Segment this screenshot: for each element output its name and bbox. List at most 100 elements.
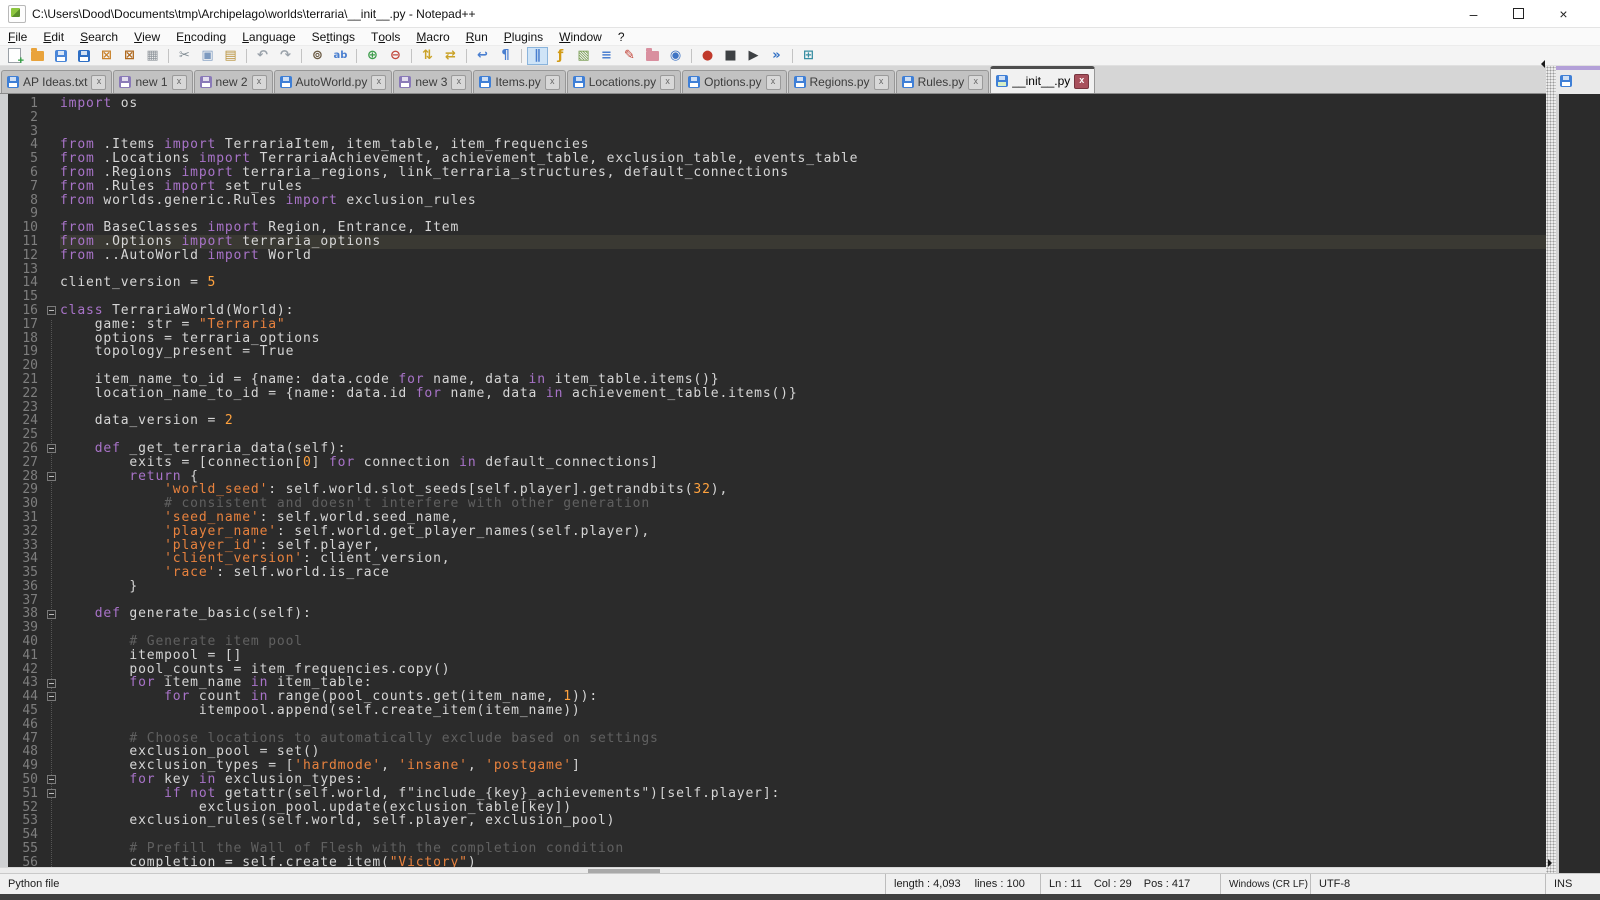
- code-line[interactable]: [60, 428, 1583, 442]
- code-line[interactable]: return {: [60, 470, 1583, 484]
- tab-close-icon[interactable]: x: [451, 75, 466, 90]
- undo-button[interactable]: ↶: [252, 47, 273, 65]
- code-line[interactable]: def _get_terraria_data(self):: [60, 442, 1583, 456]
- code-line[interactable]: [60, 828, 1583, 842]
- code-line[interactable]: # Choose locations to automatically excl…: [60, 732, 1583, 746]
- function-list-button[interactable]: ƒ: [550, 47, 571, 65]
- code-line[interactable]: [60, 111, 1583, 125]
- eol-format-label[interactable]: Windows (CR LF): [1220, 874, 1310, 894]
- document-map-button[interactable]: ▧: [573, 47, 594, 65]
- menu-macro[interactable]: Macro: [408, 28, 457, 45]
- code-line[interactable]: [60, 718, 1583, 732]
- menu-plugins[interactable]: Plugins: [496, 28, 551, 45]
- tab-init-py[interactable]: __init__.pyx: [990, 66, 1095, 93]
- fold-marker[interactable]: [47, 692, 56, 701]
- code-line-current[interactable]: from .Options import terraria_options: [60, 235, 1583, 249]
- window-grid-button[interactable]: ⊞: [798, 47, 819, 65]
- tab-autoworld-py[interactable]: AutoWorld.pyx: [274, 70, 393, 93]
- code-line[interactable]: data_version = 2: [60, 414, 1583, 428]
- code-line[interactable]: from ..AutoWorld import World: [60, 249, 1583, 263]
- code-line[interactable]: 'world_seed': self.world.slot_seeds[self…: [60, 483, 1583, 497]
- code-line[interactable]: options = terraria_options: [60, 332, 1583, 346]
- code-line[interactable]: 'seed_name': self.world.seed_name,: [60, 511, 1583, 525]
- code-line[interactable]: exits = [connection[0] for connection in…: [60, 456, 1583, 470]
- code-line[interactable]: itempool = []: [60, 649, 1583, 663]
- code-line[interactable]: for key in exclusion_types:: [60, 773, 1583, 787]
- menu-window[interactable]: Window: [551, 28, 610, 45]
- tab-new-1[interactable]: new 1x: [113, 70, 192, 93]
- code-line[interactable]: exclusion_pool = set(): [60, 745, 1583, 759]
- fold-marker[interactable]: [47, 775, 56, 784]
- tab-rules-py[interactable]: Rules.pyx: [896, 70, 990, 93]
- menu-settings[interactable]: Settings: [304, 28, 363, 45]
- replace-button[interactable]: ab: [330, 47, 351, 65]
- close-button[interactable]: ⊠: [96, 47, 117, 65]
- fold-marker[interactable]: [47, 679, 56, 688]
- tab-new-3[interactable]: new 3x: [393, 70, 472, 93]
- code-line[interactable]: [60, 125, 1583, 139]
- tab-close-icon[interactable]: x: [874, 75, 889, 90]
- tab-close-icon[interactable]: x: [545, 75, 560, 90]
- code-line[interactable]: }: [60, 580, 1583, 594]
- code-line[interactable]: [60, 290, 1583, 304]
- menu-edit[interactable]: Edit: [35, 28, 72, 45]
- fold-marker[interactable]: [47, 306, 56, 315]
- code-line[interactable]: exclusion_pool.update(exclusion_table[ke…: [60, 801, 1583, 815]
- code-line[interactable]: for item_name in item_table:: [60, 676, 1583, 690]
- code-line[interactable]: topology_present = True: [60, 345, 1583, 359]
- paste-button[interactable]: ▤: [220, 47, 241, 65]
- code-line[interactable]: from .Regions import terraria_regions, l…: [60, 166, 1583, 180]
- tab-regions-py[interactable]: Regions.pyx: [788, 70, 895, 93]
- menu-tools[interactable]: Tools: [363, 28, 408, 45]
- maximize-button[interactable]: [1496, 0, 1541, 27]
- code-line[interactable]: class TerrariaWorld(World):: [60, 304, 1583, 318]
- minimize-button[interactable]: –: [1451, 0, 1496, 27]
- code-line[interactable]: from .Rules import set_rules: [60, 180, 1583, 194]
- code-line[interactable]: pool_counts = item_frequencies.copy(): [60, 663, 1583, 677]
- code-line[interactable]: from .Locations import TerrariaAchieveme…: [60, 152, 1583, 166]
- code-line[interactable]: game: str = "Terraria": [60, 318, 1583, 332]
- fold-marker[interactable]: [47, 444, 56, 453]
- code-line[interactable]: # Generate item pool: [60, 635, 1583, 649]
- macro-record-button[interactable]: ●: [697, 47, 718, 65]
- code-line[interactable]: [60, 401, 1583, 415]
- copy-button[interactable]: ▣: [197, 47, 218, 65]
- menu-file[interactable]: File: [0, 28, 35, 45]
- save-all-button[interactable]: [73, 47, 94, 65]
- zoom-in-button[interactable]: ⊕: [362, 47, 383, 65]
- print-button[interactable]: ▦: [142, 47, 163, 65]
- splitter-collapse-top-icon[interactable]: [1537, 60, 1545, 68]
- code-line[interactable]: if not getattr(self.world, f"include_{ke…: [60, 787, 1583, 801]
- menu-encoding[interactable]: Encoding: [168, 28, 234, 45]
- tab-close-icon[interactable]: x: [968, 75, 983, 90]
- code-line[interactable]: client_version = 5: [60, 276, 1583, 290]
- code-line[interactable]: # consistent and doesn't interfere with …: [60, 497, 1583, 511]
- tab-close-icon[interactable]: x: [766, 75, 781, 90]
- code-line[interactable]: 'client_version': client_version,: [60, 552, 1583, 566]
- code-line[interactable]: [60, 263, 1583, 277]
- code-line[interactable]: itempool.append(self.create_item(item_na…: [60, 704, 1583, 718]
- document-list-button[interactable]: ≡: [596, 47, 617, 65]
- insert-mode-label[interactable]: INS: [1545, 874, 1600, 894]
- tab-close-icon[interactable]: x: [371, 75, 386, 90]
- tab-close-icon[interactable]: x: [252, 75, 267, 90]
- fold-marker[interactable]: [47, 789, 56, 798]
- code-line[interactable]: from .Items import TerrariaItem, item_ta…: [60, 138, 1583, 152]
- code-line[interactable]: exclusion_types = ['hardmode', 'insane',…: [60, 759, 1583, 773]
- menu-search[interactable]: Search: [72, 28, 126, 45]
- close-all-button[interactable]: ⊠: [119, 47, 140, 65]
- tab-close-icon[interactable]: x: [91, 75, 106, 90]
- indent-guide-button[interactable]: ∥: [527, 47, 548, 65]
- code-line[interactable]: item_name_to_id = {name: data.code for n…: [60, 373, 1583, 387]
- code-line[interactable]: [60, 359, 1583, 373]
- code-line[interactable]: exclusion_rules(self.world, self.player,…: [60, 814, 1583, 828]
- code-line[interactable]: # Prefill the Wall of Flesh with the com…: [60, 842, 1583, 856]
- tab-items-py[interactable]: Items.pyx: [473, 70, 565, 93]
- code-line[interactable]: [60, 207, 1583, 221]
- view-splitter[interactable]: [1546, 66, 1556, 873]
- horizontal-scrollbar-thumb[interactable]: [588, 869, 660, 873]
- code-line[interactable]: location_name_to_id = {name: data.id for…: [60, 387, 1583, 401]
- new-file-button[interactable]: [4, 47, 25, 65]
- code-line[interactable]: import os: [60, 97, 1583, 111]
- zoom-out-button[interactable]: ⊖: [385, 47, 406, 65]
